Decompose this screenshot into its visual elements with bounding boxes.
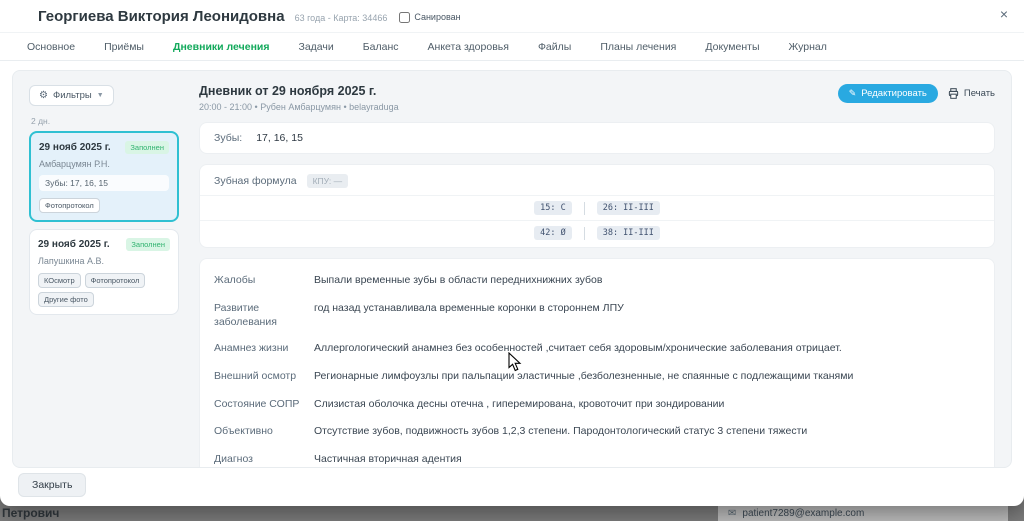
field-row-diagnoz: Диагноз Частичная вторичная адентия: [214, 446, 980, 468]
background-email-row: ✉ patient7289@example.com: [718, 505, 1008, 521]
diary-card-doctor: Амбарцумян Р.Н.: [39, 159, 169, 169]
diary-card-date: 29 нояб 2025 г.: [39, 142, 111, 153]
pencil-icon: ✎: [849, 88, 857, 99]
diary-card-head: 29 нояб 2025 г. Заполнен: [38, 238, 170, 251]
tab-balans[interactable]: Баланс: [363, 41, 399, 53]
patient-meta: 63 года - Карта: 34466: [295, 13, 388, 23]
field-label: Диагноз: [214, 452, 302, 466]
teeth-value: 17, 16, 15: [256, 132, 303, 144]
envelope-icon: ✉: [728, 508, 736, 519]
diary-subtitle: 20:00 - 21:00 • Рубен Амбарцумян • belay…: [199, 102, 399, 112]
diary-panel: ⚙ Фильтры ▼ 2 дн. 29 нояб 2025 г. Заполн…: [12, 70, 1012, 468]
sanitized-checkbox-group: Санирован: [399, 12, 460, 23]
dental-formula-label: Зубная формула: [214, 175, 297, 187]
diary-card-head: 29 нояб 2025 г. Заполнен: [39, 141, 169, 154]
field-value: Частичная вторичная адентия: [314, 452, 980, 468]
edit-button[interactable]: ✎ Редактировать: [838, 84, 938, 103]
diary-card-tags: Фотопротокол: [39, 198, 169, 213]
formula-row-upper: 15: C 26: II-III: [200, 195, 994, 220]
diary-title-block: Дневник от 29 ноября 2025 г. 20:00 - 21:…: [199, 84, 399, 112]
background-email: patient7289@example.com: [742, 508, 864, 519]
field-row-razvitie: Развитие заболевания год назад устанавли…: [214, 295, 980, 335]
formula-row-lower: 42: Ø 38: II-III: [200, 220, 994, 245]
tag-fotoprotokol[interactable]: Фотопротокол: [85, 273, 146, 288]
divider: [584, 202, 585, 215]
print-button[interactable]: Печать: [948, 88, 995, 99]
print-label: Печать: [964, 88, 995, 99]
diary-list-item-selected[interactable]: 29 нояб 2025 г. Заполнен Амбарцумян Р.Н.…: [29, 131, 179, 222]
filters-label: Фильтры: [53, 90, 92, 101]
modal-header: Георгиева Виктория Леонидовна 63 года - …: [0, 0, 1024, 33]
kpu-badge: КПУ: —: [307, 174, 349, 188]
diary-list-item[interactable]: 29 нояб 2025 г. Заполнен Лапушкина А.В. …: [29, 229, 179, 315]
tab-zhurnal[interactable]: Журнал: [789, 41, 827, 53]
diary-header: Дневник от 29 ноября 2025 г. 20:00 - 21:…: [199, 84, 995, 112]
diary-card-teeth: Зубы: 17, 16, 15: [39, 175, 169, 191]
status-badge: Заполнен: [125, 141, 169, 154]
close-button[interactable]: Закрыть: [18, 473, 86, 497]
modal-footer: Закрыть: [18, 473, 86, 497]
tab-bar: Основное Приёмы Дневники лечения Задачи …: [0, 33, 1024, 61]
tooth-badge: 26: II-III: [597, 201, 660, 215]
tab-dnevniki-lecheniya[interactable]: Дневники лечения: [173, 41, 270, 53]
sanitized-label[interactable]: Санирован: [414, 12, 460, 22]
close-icon[interactable]: ×: [1000, 7, 1008, 21]
tab-osnovnoe[interactable]: Основное: [27, 41, 75, 53]
tab-dokumenty[interactable]: Документы: [705, 41, 759, 53]
field-label: Объективно: [214, 424, 302, 438]
tab-zadachi[interactable]: Задачи: [299, 41, 334, 53]
diary-main: Дневник от 29 ноября 2025 г. 20:00 - 21:…: [185, 71, 1011, 467]
field-label: Жалобы: [214, 273, 302, 287]
tab-priyomy[interactable]: Приёмы: [104, 41, 144, 53]
printer-icon: [948, 88, 959, 99]
field-row-vneshniy-osmotr: Внешний осмотр Регионарные лимфоузлы при…: [214, 363, 980, 391]
diary-card-date: 29 нояб 2025 г.: [38, 239, 110, 250]
chevron-down-icon: ▼: [97, 92, 104, 99]
tag-fotoprotokol[interactable]: Фотопротокол: [39, 198, 100, 213]
day-count: 2 дн.: [31, 116, 179, 126]
field-value: год назад устанавливала временные коронк…: [314, 301, 980, 317]
dental-formula-card: Зубная формула КПУ: — 15: C 26: II-III 4…: [199, 164, 995, 248]
field-value: Отсутствие зубов, подвижность зубов 1,2,…: [314, 424, 980, 440]
tag-kosmotr[interactable]: КОсмотр: [38, 273, 81, 288]
filters-button[interactable]: ⚙ Фильтры ▼: [29, 85, 114, 106]
field-label: Состояние СОПР: [214, 397, 302, 411]
field-row-obektivno: Объективно Отсутствие зубов, подвижность…: [214, 418, 980, 446]
background-patient-name-fragment: Петрович: [2, 506, 59, 520]
teeth-label: Зубы:: [214, 132, 242, 144]
divider: [584, 227, 585, 240]
field-value: Регионарные лимфоузлы при пальпации элас…: [314, 369, 980, 385]
diary-card-tags: КОсмотр Фотопротокол Другие фото: [38, 273, 170, 307]
field-label: Анамнез жизни: [214, 341, 302, 355]
field-value: Выпали временные зубы в области передних…: [314, 273, 980, 289]
field-row-sopr: Состояние СОПР Слизистая оболочка десны …: [214, 391, 980, 419]
status-badge: Заполнен: [126, 238, 170, 251]
field-row-zhaloby: Жалобы Выпали временные зубы в области п…: [214, 267, 980, 295]
tab-anketa-zdorovya[interactable]: Анкета здоровья: [428, 41, 509, 53]
diary-title: Дневник от 29 ноября 2025 г.: [199, 84, 399, 98]
gear-icon: ⚙: [39, 90, 48, 101]
sanitized-checkbox[interactable]: [399, 12, 410, 23]
tooth-badge: 15: C: [534, 201, 572, 215]
field-label: Развитие заболевания: [214, 301, 302, 329]
diary-sidebar: ⚙ Фильтры ▼ 2 дн. 29 нояб 2025 г. Заполн…: [13, 71, 185, 467]
diary-fields-card: Жалобы Выпали временные зубы в области п…: [199, 258, 995, 468]
tab-faily[interactable]: Файлы: [538, 41, 571, 53]
patient-modal: Георгиева Виктория Леонидовна 63 года - …: [0, 0, 1024, 506]
edit-label: Редактировать: [861, 88, 927, 99]
tab-plany-lecheniya[interactable]: Планы лечения: [600, 41, 676, 53]
field-row-anamnez: Анамнез жизни Аллергологический анамнез …: [214, 335, 980, 363]
tooth-badge: 42: Ø: [534, 226, 572, 240]
tooth-badge: 38: II-III: [597, 226, 660, 240]
field-value: Слизистая оболочка десны отечна , гипере…: [314, 397, 980, 413]
field-label: Внешний осмотр: [214, 369, 302, 383]
diary-card-doctor: Лапушкина А.В.: [38, 256, 170, 266]
teeth-card: Зубы: 17, 16, 15: [199, 122, 995, 154]
field-value: Аллергологический анамнез без особенност…: [314, 341, 980, 357]
dental-formula-head: Зубная формула КПУ: —: [200, 172, 994, 195]
tag-drugie-foto[interactable]: Другие фото: [38, 292, 94, 307]
diary-actions: ✎ Редактировать Печать: [838, 84, 995, 103]
patient-name: Георгиева Виктория Леонидовна: [38, 8, 285, 25]
